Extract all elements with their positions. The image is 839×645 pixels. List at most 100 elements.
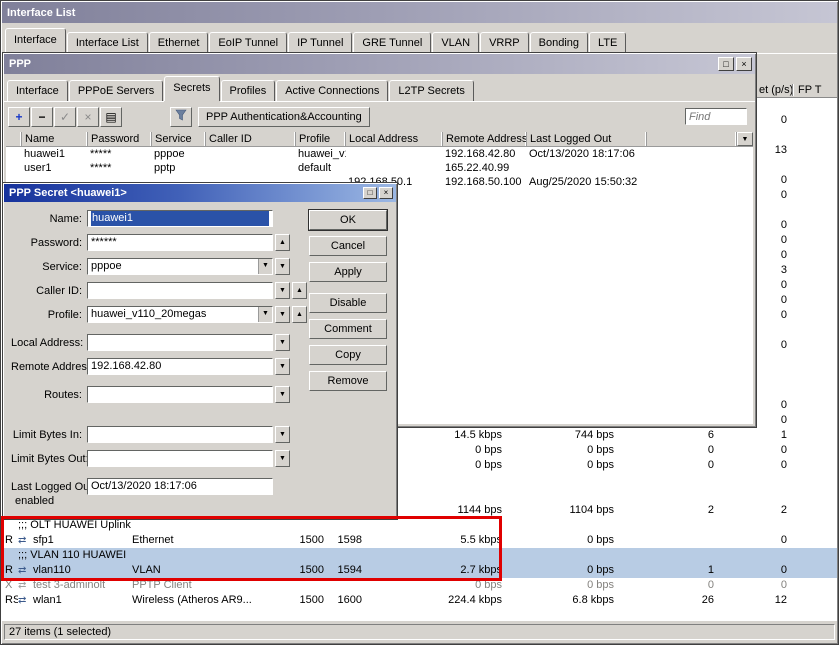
remove-button[interactable]: − <box>31 107 53 127</box>
rx-packet-cell: 0 <box>716 458 789 473</box>
routes-field[interactable] <box>87 386 273 403</box>
icon-cell: ⇄ <box>18 593 33 608</box>
last-logged-out-label: Last Logged Out: <box>11 481 87 493</box>
interface-list-tab-bonding[interactable]: Bonding <box>530 32 588 53</box>
tx-packet-cell: 0 <box>616 443 716 458</box>
up-arrow-button[interactable]: ▲ <box>275 234 290 251</box>
fp-tx-cell <box>789 473 837 488</box>
interface-row[interactable]: RS⇄wlan1Wireless (Atheros AR9...15001600… <box>2 593 837 608</box>
ppp-tab-active-connections[interactable]: Active Connections <box>276 80 388 101</box>
ppp-tab-interface[interactable]: Interface <box>7 80 68 101</box>
column-header-rx-packet-fragment[interactable]: et (p/s) <box>759 84 793 97</box>
ppp-tab-secrets[interactable]: Secrets <box>164 76 219 101</box>
cell-service: pptp <box>152 161 206 175</box>
cancel-button[interactable]: Cancel <box>309 236 387 256</box>
caller-id-field[interactable] <box>87 282 273 299</box>
interface-list-tab-vrrp[interactable]: VRRP <box>480 32 529 53</box>
cell-last_logged_out <box>527 161 647 175</box>
down-arrow-button[interactable]: ▼ <box>275 386 290 403</box>
down-arrow-button[interactable]: ▼ <box>275 450 290 467</box>
down-arrow-button[interactable]: ▼ <box>275 306 290 323</box>
last-logged-out-field: Oct/13/2020 18:17:06 <box>87 478 273 495</box>
filter-button[interactable] <box>170 107 192 127</box>
rx-cell <box>504 488 616 503</box>
down-arrow-button[interactable]: ▼ <box>275 282 290 299</box>
cell-last_logged_out: Aug/25/2020 15:50:32 <box>527 175 647 189</box>
close-icon[interactable]: × <box>379 187 393 199</box>
interface-list-tab-lte[interactable]: LTE <box>589 32 626 53</box>
column-header-last-logged-out[interactable]: Last Logged Out <box>527 132 647 146</box>
maximize-icon[interactable]: □ <box>718 57 734 71</box>
remove-button[interactable]: Remove <box>309 371 387 391</box>
fp-tx-cell <box>789 128 837 143</box>
column-header-caller-id[interactable]: Caller ID <box>206 132 296 146</box>
rx-packet-cell: 1 <box>716 428 789 443</box>
column-header-remote-address[interactable]: Remote Address <box>443 132 527 146</box>
column-header-profile[interactable]: Profile <box>296 132 346 146</box>
combo-arrow-icon[interactable]: ▼ <box>258 259 272 274</box>
ppp-tab-pppoe-servers[interactable]: PPPoE Servers <box>69 80 163 101</box>
remote-address-field[interactable]: 192.168.42.80 <box>87 358 273 375</box>
flags-cell: RS <box>2 593 18 608</box>
fp-tx-cell <box>789 368 837 383</box>
copy-button[interactable]: Copy <box>309 345 387 365</box>
password-field[interactable]: ****** <box>87 234 273 251</box>
ok-button[interactable]: OK <box>309 210 387 230</box>
add-button[interactable]: + <box>8 107 30 127</box>
l2-mtu-cell: 1600 <box>326 593 364 608</box>
interface-list-tab-ethernet[interactable]: Ethernet <box>149 32 209 53</box>
ppp-tab-profiles[interactable]: Profiles <box>221 80 276 101</box>
column-header-service[interactable]: Service <box>152 132 206 146</box>
interface-list-tab-gre-tunnel[interactable]: GRE Tunnel <box>353 32 431 53</box>
column-header-name[interactable]: Name <box>22 132 88 146</box>
fp-tx-cell <box>789 158 837 173</box>
dialog-titlebar[interactable]: PPP Secret <huawei1> □ × <box>4 184 396 202</box>
combo-arrow-icon[interactable]: ▼ <box>258 307 272 322</box>
down-arrow-button[interactable]: ▼ <box>275 258 290 275</box>
ppp-tab-l2tp-secrets[interactable]: L2TP Secrets <box>389 80 473 101</box>
enable-button[interactable]: ✓ <box>54 107 76 127</box>
disable-button[interactable]: × <box>77 107 99 127</box>
close-icon[interactable]: × <box>736 57 752 71</box>
interface-list-tab-interface-list[interactable]: Interface List <box>67 32 148 53</box>
rx-cell: 0 bps <box>504 443 616 458</box>
secret-row[interactable]: user1*****pptpdefault165.22.40.99 <box>6 161 753 175</box>
interface-list-tab-ip-tunnel[interactable]: IP Tunnel <box>288 32 352 53</box>
local-address-field[interactable] <box>87 334 273 351</box>
fp-tx-cell <box>789 233 837 248</box>
column-select-button[interactable]: ▼ <box>737 132 753 146</box>
name-field[interactable]: huawei1 <box>87 210 273 227</box>
limit-bytes-in-field[interactable] <box>87 426 273 443</box>
interface-list-tab-vlan[interactable]: VLAN <box>432 32 479 53</box>
fp-tx-cell <box>789 203 837 218</box>
column-header-local-address[interactable]: Local Address <box>346 132 443 146</box>
maximize-icon[interactable]: □ <box>363 187 377 199</box>
interface-list-titlebar[interactable]: Interface List <box>2 2 837 23</box>
limit-bytes-out-field[interactable] <box>87 450 273 467</box>
rx-packet-cell: 0 <box>716 533 789 548</box>
find-input[interactable] <box>685 108 747 125</box>
column-header-password[interactable]: Password <box>88 132 152 146</box>
down-arrow-button[interactable]: ▼ <box>275 334 290 351</box>
interface-list-tab-eoip-tunnel[interactable]: EoIP Tunnel <box>209 32 287 53</box>
cell-remote_address: 165.22.40.99 <box>443 161 527 175</box>
down-arrow-button[interactable]: ▼ <box>275 358 290 375</box>
up-arrow-button[interactable]: ▲ <box>292 282 307 299</box>
down-arrow-button[interactable]: ▼ <box>275 426 290 443</box>
column-header-flags[interactable] <box>6 132 22 146</box>
service-field[interactable]: pppoe▼ <box>87 258 273 275</box>
up-arrow-button[interactable]: ▲ <box>292 306 307 323</box>
column-header-fp-tx-fragment[interactable]: FP T <box>798 84 821 97</box>
disable-button[interactable]: Disable <box>309 293 387 313</box>
comment-button[interactable]: ▤ <box>100 107 122 127</box>
rx-packet-cell: 0 <box>716 578 789 593</box>
secret-row[interactable]: huawei1*****pppoehuawei_v1...192.168.42.… <box>6 147 753 161</box>
ppp-auth-button[interactable]: PPP Authentication&Accounting <box>198 107 370 127</box>
fp-tx-cell <box>789 563 837 578</box>
comment-button[interactable]: Comment <box>309 319 387 339</box>
profile-field[interactable]: huawei_v110_20megas▼ <box>87 306 273 323</box>
apply-button[interactable]: Apply <box>309 262 387 282</box>
interface-list-tab-interface[interactable]: Interface <box>5 28 66 53</box>
rx-packet-cell: 0 <box>716 563 789 578</box>
ppp-titlebar[interactable]: PPP □ × <box>4 54 755 74</box>
